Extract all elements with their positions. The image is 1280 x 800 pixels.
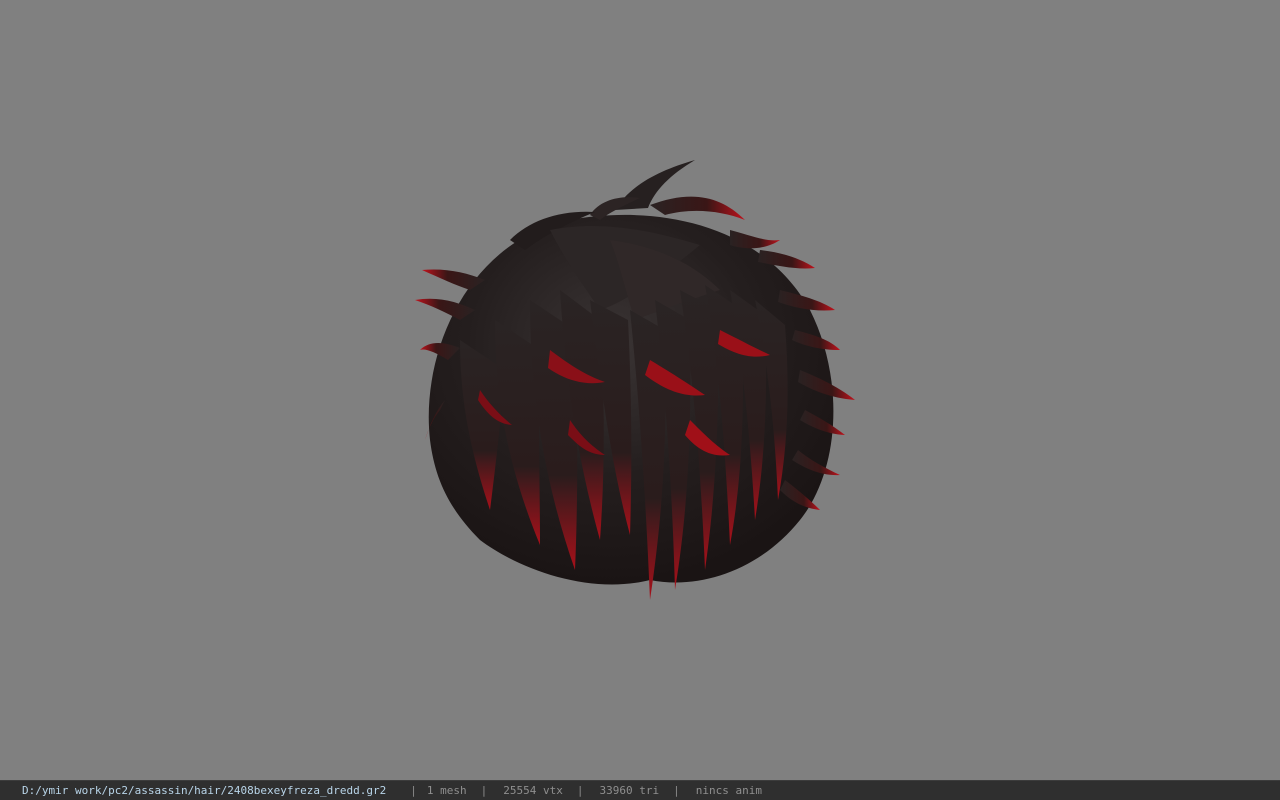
hair-model[interactable] — [400, 150, 870, 620]
separator: | — [673, 784, 680, 797]
file-path: D:/ymir work/pc2/assassin/hair/2408bexey… — [22, 784, 387, 797]
vertex-count: 25554 vtx — [503, 784, 563, 797]
anim-status: nincs anim — [695, 784, 762, 797]
separator: | — [410, 784, 417, 797]
mesh-count: 1 mesh — [426, 784, 467, 797]
3d-viewport[interactable] — [0, 0, 1280, 780]
separator: | — [480, 784, 488, 797]
status-bar: D:/ymir work/pc2/assassin/hair/2408bexey… — [0, 780, 1280, 800]
separator: | — [576, 784, 584, 797]
triangle-count: 33960 tri — [599, 784, 660, 797]
